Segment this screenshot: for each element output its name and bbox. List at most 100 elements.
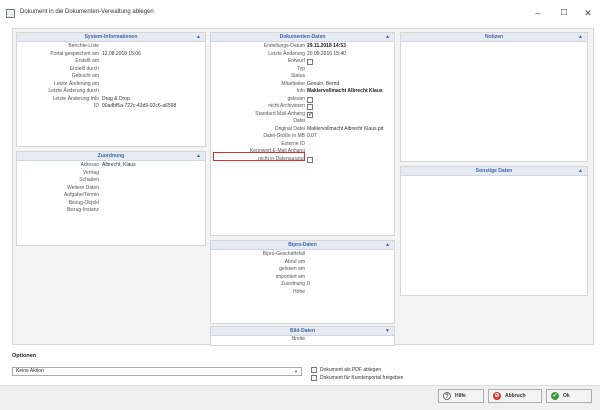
document-data-label: Externe ID (281, 140, 305, 147)
other-data-header[interactable]: Sonstige Daten ▲ (401, 167, 587, 176)
assignment-panel: Zuordnung ▲ Adresse Albrecht, Klaus Vertra… (16, 151, 206, 246)
chevron-up-icon[interactable]: ▲ (578, 167, 583, 176)
highlight-marker (213, 152, 305, 161)
system-info-row: Berichte-Liste (17, 43, 205, 51)
image-data-row: Breite (211, 336, 394, 344)
document-data-checkbox[interactable] (307, 156, 313, 163)
document-data-value: 29.11.2018 14:53 (307, 43, 346, 49)
document-data-label: Info (296, 88, 305, 94)
system-info-value: 12.08.2018 15:06 (102, 50, 141, 57)
document-data-row: Externe ID (211, 141, 394, 149)
assignment-row: Schaden (17, 177, 205, 185)
options-label: Optionen (12, 353, 37, 359)
assignment-label: Schaden (79, 177, 99, 183)
bipro-data-label: Zuordnung (280, 281, 305, 287)
assignment-row: Vertrag (17, 170, 205, 178)
assignment-row: Aufgabe/Termin (17, 192, 205, 200)
system-info-value: 90adbf5a-722c-43d9-92c6-a6598 (102, 103, 177, 109)
system-info-row: Gebucht am (17, 73, 205, 81)
assignment-row: Adresse Albrecht, Klaus (17, 162, 205, 170)
document-data-label: Letzte Änderung (268, 50, 305, 57)
system-info-row: Letzte Änderung durch (17, 88, 205, 96)
system-info-row: Erstellt durch (17, 66, 205, 74)
image-data-header[interactable]: Bild-Daten ▼ (211, 327, 394, 336)
document-data-header[interactable]: Dokumenten-Daten ▲ (211, 33, 394, 42)
chevron-up-icon[interactable]: ▲ (196, 33, 201, 42)
document-data-checkbox[interactable] (307, 96, 313, 103)
system-info-row: Letzte Änderung am (17, 81, 205, 89)
system-info-row: Portal gespeichert am 12.08.2018 15:06 (17, 51, 205, 59)
chevron-up-icon[interactable]: ▲ (385, 33, 390, 42)
document-data-label: gelesen (287, 95, 305, 102)
notes-textarea[interactable] (401, 42, 587, 160)
assignment-label: Bezug-Objekt (68, 199, 99, 206)
assignment-row: Weitere Daten (17, 185, 205, 193)
document-data-label: Original Datei (274, 125, 305, 132)
notes-title: Notizen (484, 34, 504, 40)
assignment-label: Bezug-Instanz (67, 207, 99, 213)
pdf-checkbox-label: Dokument als PDF ablegen (320, 367, 382, 373)
system-info-label: Letzte Änderung Info (52, 95, 99, 102)
system-info-row: ID 90adbf5a-722c-43d9-92c6-a6598 (17, 103, 205, 111)
system-info-rows: Berichte-Liste Portal gespeichert am 12.08… (17, 42, 205, 111)
bipro-data-row: Höhe (211, 289, 394, 297)
ok-button[interactable]: ✓ Ok (546, 389, 592, 403)
assignment-label: Vertrag (82, 169, 99, 176)
document-data-checkbox[interactable] (307, 59, 313, 65)
document-data-label: Entwurf (288, 58, 305, 64)
image-data-label: Breite (291, 336, 305, 342)
bipro-data-row: gelesen am (211, 266, 394, 274)
assignment-title: Zuordnung (97, 153, 125, 159)
cancel-button[interactable]: ⊘ Abbruch (488, 389, 542, 403)
document-data-row: Info Maklervollmacht Albrecht Klaus (211, 88, 394, 96)
document-data-rows: Erstellungs-Datum 29.11.2018 14:53 Letzte … (211, 42, 394, 163)
chevron-up-icon[interactable]: ▲ (578, 33, 583, 42)
bipro-data-label: Höhe (293, 288, 305, 295)
document-data-title: Dokumenten-Daten (279, 34, 326, 40)
action-select[interactable]: Keine Aktion ▼ (12, 367, 302, 376)
document-data-label: Mitarbeiter (281, 80, 305, 87)
document-data-checkbox[interactable] (307, 104, 313, 110)
app-icon (6, 9, 15, 18)
document-data-label: Typ (296, 65, 305, 72)
system-info-label: Letzte Änderung durch (48, 88, 99, 94)
system-info-row: Letzte Änderung Info Drag & Drop (17, 96, 205, 104)
maximize-button[interactable]: ☐ (552, 4, 576, 22)
cancel-button-label: Abbruch (505, 393, 526, 399)
chevron-up-icon[interactable]: ▲ (385, 241, 390, 250)
assignment-label: Adresse (80, 162, 99, 168)
document-data-panel: Dokumenten-Daten ▲ Erstellungs-Datum 29.1… (210, 32, 395, 236)
minimize-button[interactable]: – (526, 4, 550, 22)
checkbox-checked-icon[interactable]: ✓ (307, 111, 313, 118)
chevron-down-icon[interactable]: ▼ (294, 368, 298, 375)
document-data-row: Entwurf (211, 58, 394, 66)
other-data-panel: Sonstige Daten ▲ (400, 166, 588, 296)
document-data-label: Status (290, 73, 305, 79)
bipro-data-row: Zuordnung 0 (211, 281, 394, 289)
chevron-down-icon[interactable]: ▼ (385, 327, 390, 336)
notes-panel: Notizen ▲ (400, 32, 588, 162)
system-info-label: Portal gespeichert am (50, 50, 99, 57)
chevron-up-icon[interactable]: ▲ (196, 152, 201, 161)
notes-header[interactable]: Notizen ▲ (401, 33, 587, 42)
system-info-value: Drag & Drop (102, 95, 130, 102)
document-data-row: Letzte Änderung 20.09.2016 15:40 (211, 51, 394, 59)
ok-button-label: Ok (563, 393, 570, 399)
system-info-label: Letzte Änderung am (53, 80, 99, 87)
help-button[interactable]: ? Hilfe (438, 389, 484, 403)
portal-checkbox[interactable] (311, 375, 317, 381)
system-info-label: Erstellt durch (69, 65, 99, 72)
bipro-data-label: importiert am (275, 273, 305, 280)
pdf-checkbox[interactable] (311, 367, 317, 373)
title-bar: Dokument in die Dokumenten-Verwaltung ab… (0, 0, 600, 28)
document-data-label: Datei (293, 118, 305, 124)
check-icon: ✓ (551, 392, 559, 400)
assignment-header[interactable]: Zuordnung ▲ (17, 152, 205, 161)
document-data-label: Standard Mail-Anhang (255, 110, 305, 117)
system-info-label: Berichte-Liste (68, 43, 99, 49)
document-data-row: Standard Mail-Anhang ✓ (211, 111, 394, 119)
action-select-value: Keine Aktion (16, 368, 44, 374)
bipro-data-header[interactable]: Bipro-Daten ▲ (211, 241, 394, 250)
system-info-header[interactable]: System-Informationen ▲ (17, 33, 205, 42)
close-button[interactable]: ✕ (576, 4, 600, 22)
